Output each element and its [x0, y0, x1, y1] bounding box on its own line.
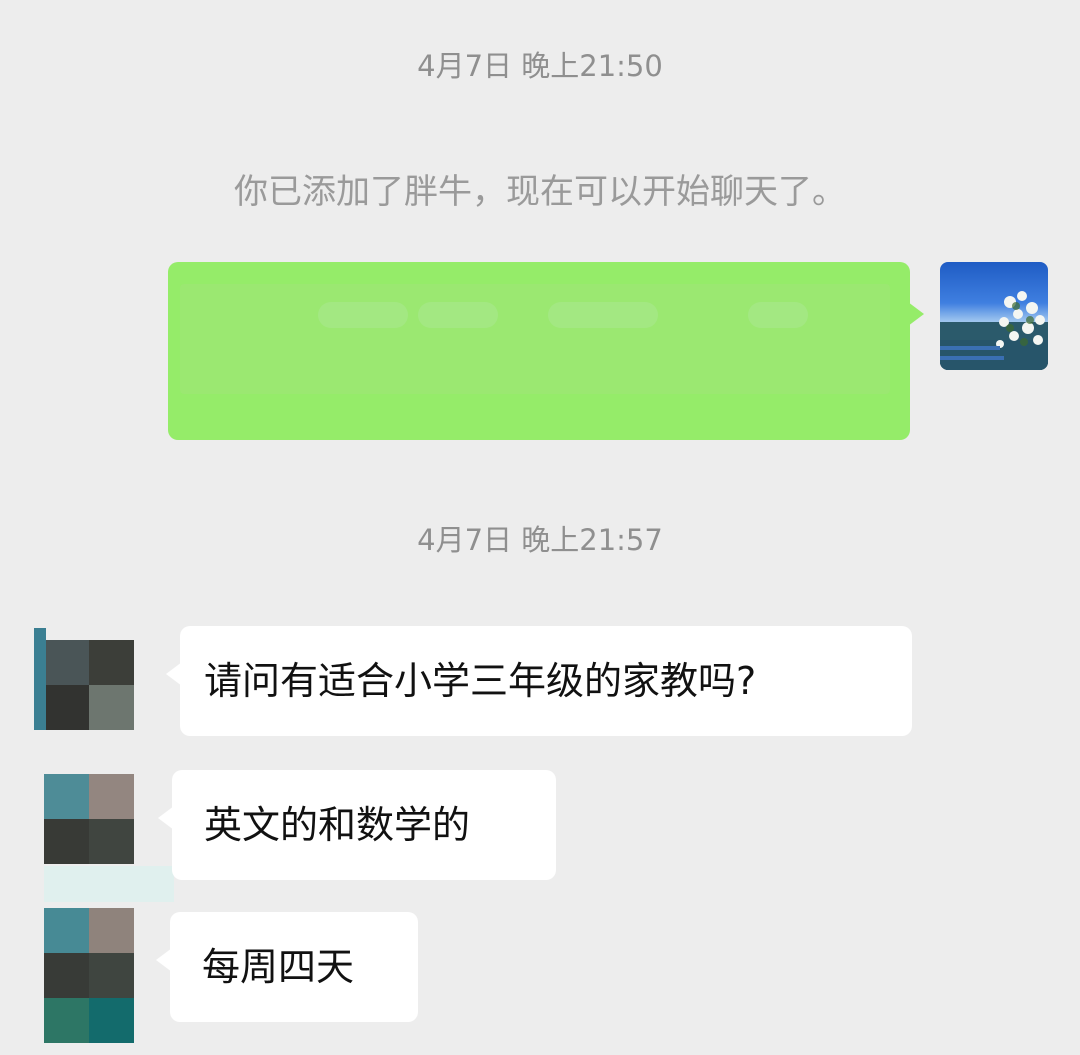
contact-avatar[interactable] — [44, 640, 134, 730]
avatar-pixel — [89, 953, 134, 998]
system-notice: 你已添加了胖牛，现在可以开始聊天了。 — [234, 172, 846, 212]
avatar-pixel — [44, 908, 89, 953]
avatar-pixel — [44, 685, 89, 730]
incoming-message-bubble[interactable]: 每周四天 — [156, 912, 418, 1022]
avatar-pixel — [44, 819, 89, 864]
redaction-smudge — [548, 302, 658, 328]
contact-avatar[interactable] — [44, 908, 134, 1043]
avatar-pixel — [44, 774, 89, 819]
redaction-smudge — [748, 302, 808, 328]
avatar-pixel — [89, 640, 134, 685]
avatar-shadow — [44, 866, 174, 902]
self-avatar[interactable] — [940, 262, 1048, 370]
avatar-pixel — [44, 640, 89, 685]
contact-avatar[interactable] — [44, 774, 134, 864]
scenic-photo-icon — [940, 291, 1048, 370]
message-timestamp: 4月7日 晚上21:57 — [417, 523, 663, 557]
message-text: 英文的和数学的 — [204, 803, 471, 847]
message-text: 请问有适合小学三年级的家教吗? — [204, 659, 757, 703]
avatar-pixel — [89, 774, 134, 819]
avatar-pixel — [89, 685, 134, 730]
avatar-pixel — [44, 953, 89, 998]
avatar-edge — [34, 628, 46, 730]
message-timestamp: 4月7日 晚上21:50 — [417, 49, 663, 83]
incoming-message-bubble[interactable]: 请问有适合小学三年级的家教吗? — [166, 626, 912, 736]
avatar-pixel — [89, 908, 134, 953]
avatar-pixel — [89, 998, 134, 1043]
incoming-message-bubble[interactable]: 英文的和数学的 — [158, 770, 556, 880]
message-text: 每周四天 — [202, 945, 355, 989]
avatar-pixel — [44, 998, 89, 1043]
outgoing-message-bubble-redacted[interactable] — [168, 262, 924, 440]
redaction-smudge — [418, 302, 498, 328]
redaction-smudge — [318, 302, 408, 328]
redacted-content — [180, 284, 890, 394]
avatar-pixel — [89, 819, 134, 864]
